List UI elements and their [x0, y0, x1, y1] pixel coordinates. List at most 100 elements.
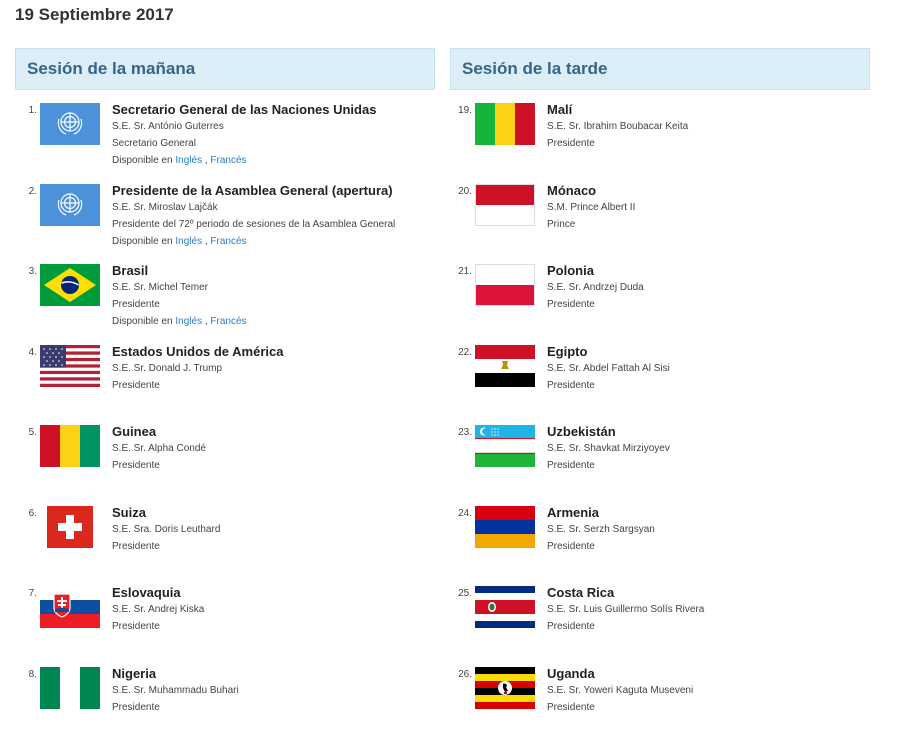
country-name: Polonia	[547, 263, 594, 278]
egypt-flag-icon	[475, 344, 535, 387]
french-link[interactable]: Francés	[210, 316, 246, 327]
french-link[interactable]: Francés	[210, 236, 246, 247]
brazil-flag-icon	[40, 264, 100, 306]
entry-number: 22.	[458, 346, 472, 358]
country-name: Armenia	[547, 504, 600, 520]
afternoon-session: Sesión de la tarde 19. Malí S.E. Sr. Ibrah…	[450, 48, 870, 713]
slovakia-flag-icon	[40, 586, 100, 628]
availability-prefix: Disponible en	[112, 316, 173, 327]
availability-prefix: Disponible en	[112, 235, 173, 247]
availability-separator: ,	[204, 155, 208, 166]
morning-session-header: Sesión de la mañana	[15, 48, 435, 90]
availability-separator: ,	[204, 235, 208, 247]
entry-info: Estados Unidos de América S.E. Sr. Donald…	[112, 343, 432, 394]
speaker-name: S.E. Sr. Michel Temer	[112, 282, 208, 293]
entry-info: Suiza S.E. Sra. Doris Leuthard Presidente	[112, 504, 432, 555]
uganda-flag-icon	[475, 666, 535, 709]
french-link[interactable]: Francés	[210, 155, 246, 166]
speaker-entry: 22. Egipto S.E. Sr. Abdel Fattah Al Sisi Pr…	[450, 339, 870, 409]
country-name: Costa Rica	[547, 585, 615, 600]
guinea-flag-icon	[40, 425, 100, 467]
speaker-entry: 24. Armenia S.E. Sr. Serzh Sargsyan Preside…	[450, 500, 870, 570]
entry-number: 23.	[458, 427, 472, 438]
country-name: Suiza	[112, 504, 146, 520]
speaker-role: Presidente	[547, 460, 595, 471]
country-name: Guinea	[112, 424, 157, 439]
entry-number: 1.	[28, 105, 37, 116]
country-name: Uzbekistán	[547, 424, 616, 439]
entry-number: 6.	[28, 507, 37, 519]
entry-info: Uganda S.E. Sr. Yoweri Kaguta Museveni Pre…	[547, 665, 867, 716]
speaker-entry: 5. Guinea S.E. Sr. Alpha Condé Presidente	[15, 419, 435, 489]
speaker-entry: 7. Eslovaquia S.E. Sr. Andrej Kiska Preside…	[15, 580, 435, 650]
speaker-entry: 23. Uzbekistán S.E. Sr. Shavkat Mirziyoyev…	[450, 419, 870, 489]
speaker-entry: 3. Brasil S.E. Sr. Michel Temer Presidente D…	[15, 258, 435, 328]
speaker-name: S.M. Prince Albert II	[547, 201, 636, 213]
entry-info: Nigeria S.E. Sr. Muhammadu Buhari Presiden…	[112, 665, 432, 716]
entry-number: 24.	[458, 507, 472, 519]
english-link[interactable]: Inglés	[175, 316, 202, 327]
costa-rica-flag-icon	[475, 586, 535, 628]
entry-info: Costa Rica S.E. Sr. Luis Guillermo Solís …	[547, 584, 867, 635]
usa-flag-icon	[40, 344, 100, 387]
speaker-role: Presidente	[112, 460, 160, 471]
armenia-flag-icon	[475, 505, 535, 548]
country-name: Mónaco	[547, 182, 597, 198]
speaker-name: S.E. Sr. Shavkat Mirziyoyev	[547, 443, 670, 454]
availability-line: Disponible en Inglés , Francés	[112, 313, 432, 330]
country-name: Eslovaquia	[112, 585, 181, 600]
speaker-name: S.E. Sr. Luis Guillermo Solís Rivera	[547, 604, 705, 615]
availability-prefix: Disponible en	[112, 155, 173, 166]
speaker-role: Presidente	[547, 379, 595, 391]
speaker-name: S.E. Sr. Serzh Sargsyan	[547, 523, 655, 535]
entry-info: Malí S.E. Sr. Ibrahim Boubacar Keita Presi…	[547, 101, 867, 152]
nigeria-flag-icon	[40, 666, 100, 709]
entry-info: Polonia S.E. Sr. Andrzej Duda Presidente	[547, 262, 867, 313]
entry-info: Brasil S.E. Sr. Michel Temer Presidente Dis…	[112, 262, 432, 330]
speaker-name: S.E. Sra. Doris Leuthard	[112, 523, 221, 535]
entry-info: Eslovaquia S.E. Sr. Andrej Kiska President…	[112, 584, 432, 635]
speaker-role: Presidente	[547, 701, 595, 713]
country-name: Malí	[547, 102, 573, 117]
entry-number: 25.	[458, 588, 472, 599]
country-name: Egipto	[547, 343, 588, 359]
speaker-name: S.E. Sr. Andrej Kiska	[112, 604, 205, 615]
speaker-role: Presidente	[112, 379, 160, 391]
speaker-entry: 4. Estados Unidos de América S.E. Sr. Dona…	[15, 339, 435, 409]
speaker-role: Presidente	[547, 621, 595, 632]
country-name: Uganda	[547, 665, 595, 681]
un-flag-icon	[40, 183, 100, 226]
un-flag-icon	[40, 103, 100, 145]
speaker-role: Presidente	[547, 540, 595, 552]
speaker-role: Presidente	[547, 299, 595, 310]
availability-line: Disponible en Inglés , Francés	[112, 233, 432, 250]
entry-info: Mónaco S.M. Prince Albert II Prince	[547, 182, 867, 233]
country-name: Brasil	[112, 263, 149, 278]
speaker-role: Presidente	[112, 540, 160, 552]
entry-info: Egipto S.E. Sr. Abdel Fattah Al Sisi Presi…	[547, 343, 867, 394]
entry-number: 26.	[458, 668, 472, 680]
entry-number: 3.	[28, 266, 37, 277]
entry-number: 19.	[458, 105, 472, 116]
speaker-role: Presidente	[112, 621, 160, 632]
speaker-entry: 6. Suiza S.E. Sra. Doris Leuthard President…	[15, 500, 435, 570]
speaker-entry: 21. Polonia S.E. Sr. Andrzej Duda President…	[450, 258, 870, 328]
entry-number: 8.	[28, 668, 37, 680]
speaker-name: S.E. Sr. António Guterres	[112, 121, 224, 132]
speaker-role: Secretario General	[112, 138, 196, 149]
speaker-name: S.E. Sr. Yoweri Kaguta Museveni	[547, 684, 694, 696]
speaker-entry: 26. Uganda S.E. Sr. Yoweri Kaguta Museveni…	[450, 661, 870, 731]
entry-number: 7.	[28, 588, 37, 599]
country-name: Nigeria	[112, 665, 157, 681]
entry-info: Armenia S.E. Sr. Serzh Sargsyan Presidente	[547, 504, 867, 555]
entry-info: Presidente de la Asamblea General (apert…	[112, 182, 432, 250]
english-link[interactable]: Inglés	[175, 236, 202, 247]
entry-info: Uzbekistán S.E. Sr. Shavkat Mirziyoyev Pre…	[547, 423, 867, 474]
speaker-name: S.E. Sr. Donald J. Trump	[112, 362, 223, 374]
speaker-role: Prince	[547, 218, 576, 230]
speaker-entry: 1. Secretario General de las Naciones Uni…	[15, 97, 435, 167]
speaker-role: Presidente	[112, 299, 160, 310]
morning-session: Sesión de la mañana 1. Secretario General…	[15, 48, 435, 713]
english-link[interactable]: Inglés	[175, 155, 202, 166]
monaco-flag-icon	[475, 183, 535, 226]
